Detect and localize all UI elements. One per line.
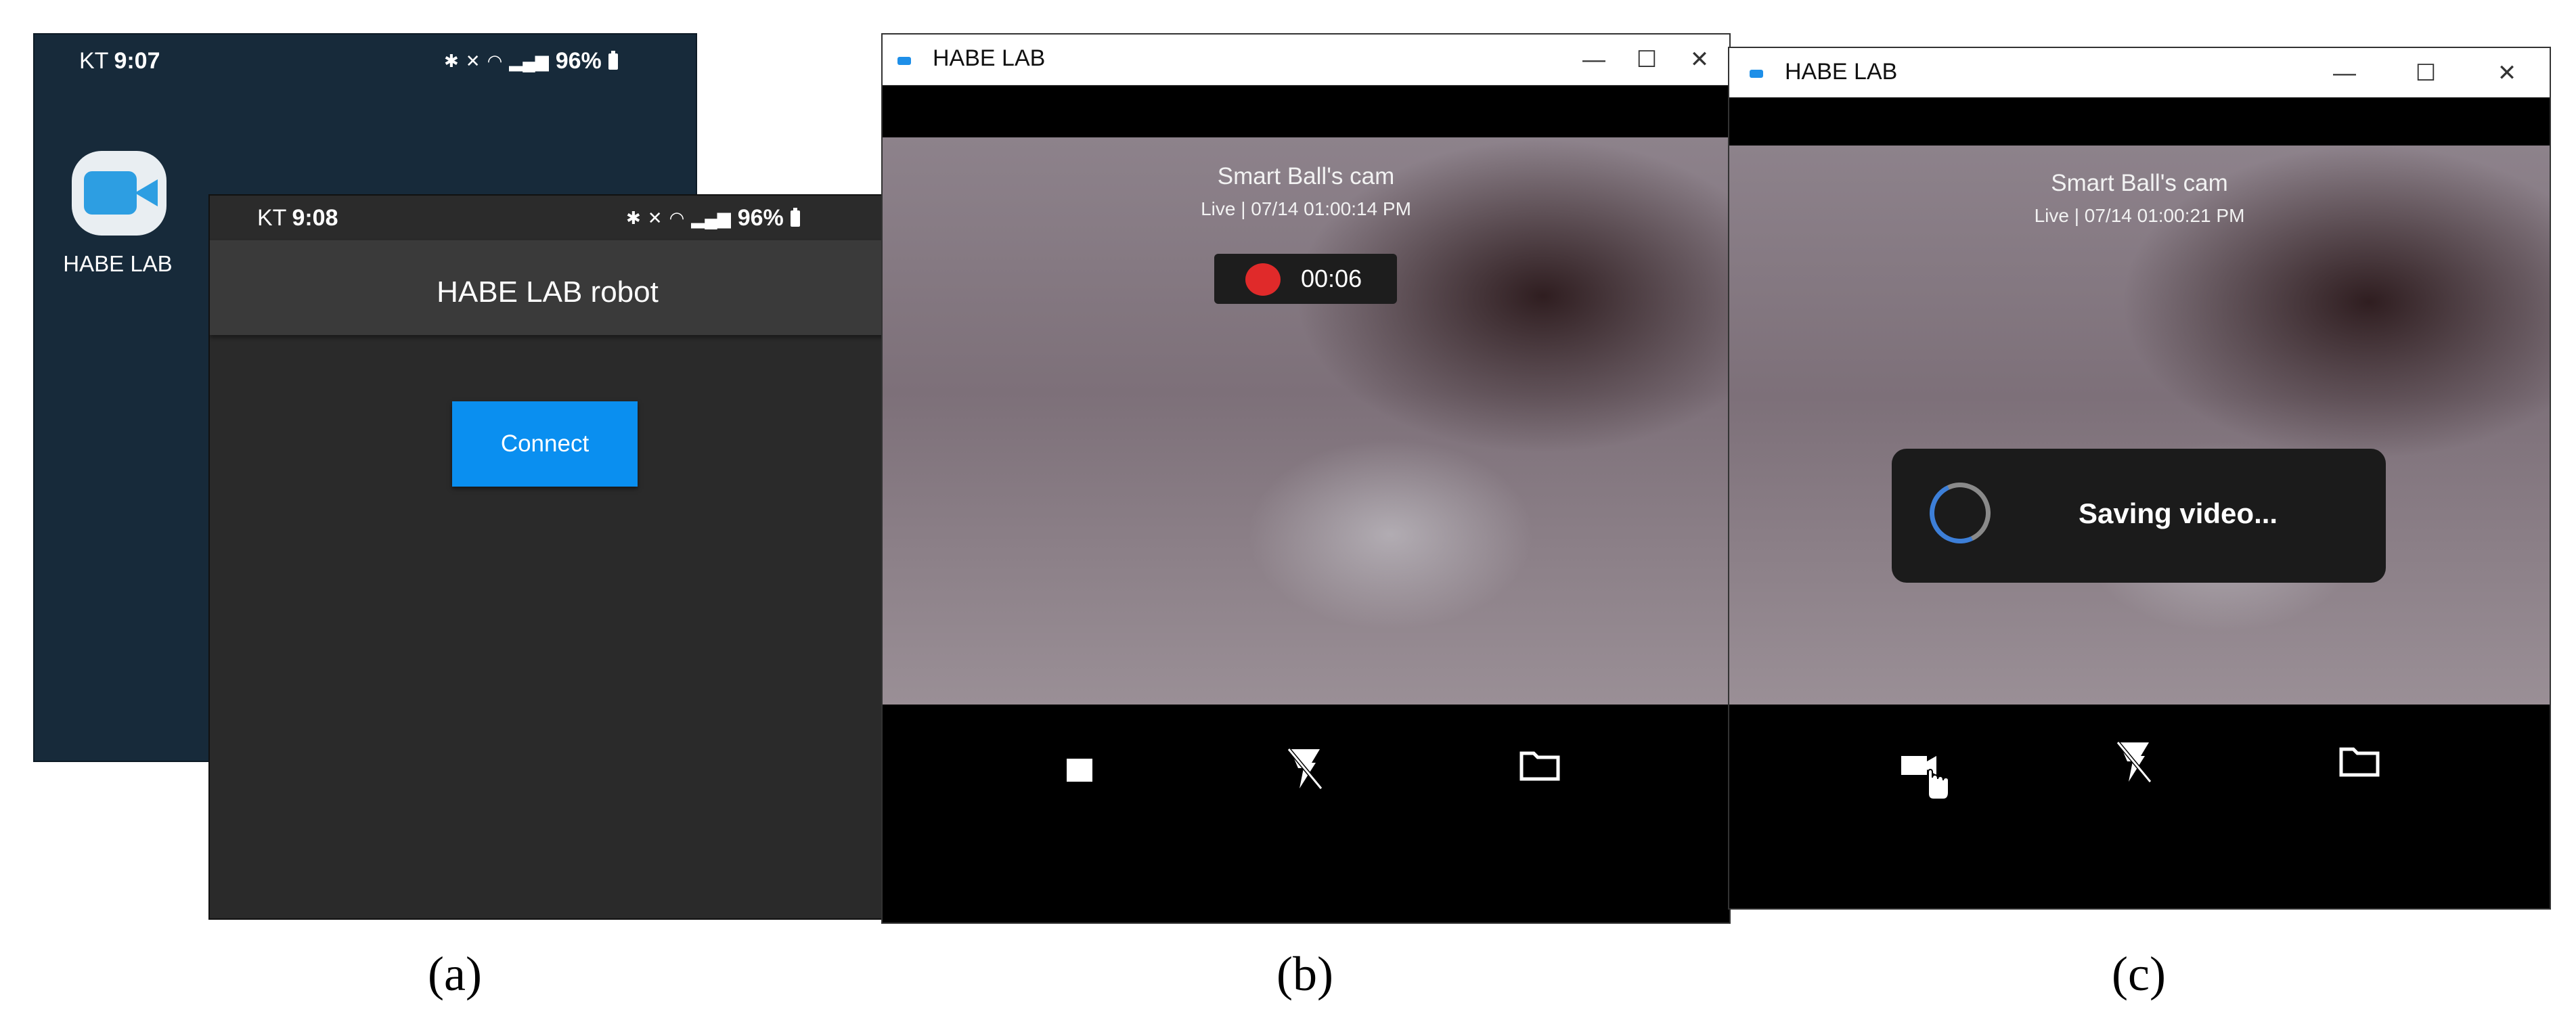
- record-icon[interactable]: [1898, 749, 1959, 807]
- app-camera-body: [84, 171, 137, 215]
- app-header: HABE LAB robot: [210, 240, 885, 335]
- battery-label: 96%: [737, 205, 784, 231]
- wifi-icon: ◠: [487, 51, 503, 71]
- saving-text: Saving video...: [2079, 497, 2278, 529]
- status-time: 9:07: [114, 48, 160, 74]
- bluetooth-icon: ✱: [444, 51, 459, 71]
- recording-indicator: 00:06: [1214, 254, 1397, 304]
- battery-icon: [790, 207, 800, 227]
- folder-icon[interactable]: [1519, 748, 1561, 785]
- signal-icon: ▂▄▆: [509, 51, 549, 71]
- status-icons: ✱ ✕ ◠ ▂▄▆ 96%: [626, 205, 800, 231]
- record-dot-icon: [1245, 263, 1281, 296]
- status-icons: ✱ ✕ ◠ ▂▄▆ 96%: [444, 48, 618, 74]
- wifi-icon: ◠: [669, 208, 685, 228]
- carrier-label: KT: [79, 48, 109, 74]
- carrier-label: KT: [257, 205, 287, 231]
- minimize-icon[interactable]: —: [1568, 40, 1620, 79]
- cam-status: Live | 07/14 01:00:14 PM: [1201, 198, 1411, 219]
- cam-title: Smart Ball's cam: [2051, 170, 2228, 196]
- close-icon[interactable]: ✕: [1673, 40, 1726, 79]
- saving-toast: Saving video...: [1892, 449, 2386, 583]
- battery-label: 96%: [555, 48, 602, 74]
- mute-icon: ✕: [647, 208, 663, 228]
- window-recording: HABE LAB — ☐ ✕ Smart Ball's cam Live | 0…: [881, 33, 1731, 924]
- window-titlebar: HABE LAB — ☐ ✕: [1729, 48, 2550, 97]
- caption-b: (b): [1276, 947, 1333, 1001]
- mute-icon: ✕: [465, 51, 481, 71]
- status-time: 9:08: [292, 205, 338, 231]
- caption-c: (c): [2112, 947, 2166, 1001]
- loading-spinner-icon: [1921, 474, 1999, 552]
- window-titlebar: HABE LAB — ☐ ✕: [883, 35, 1729, 85]
- maximize-icon[interactable]: ☐: [1620, 40, 1673, 79]
- video-feed: Smart Ball's cam Live | 07/14 01:00:14 P…: [883, 137, 1729, 705]
- app-logo-icon: [1750, 70, 1763, 78]
- signal-icon: ▂▄▆: [691, 208, 731, 228]
- app-label[interactable]: HABE LAB: [47, 251, 189, 277]
- bluetooth-icon: ✱: [626, 208, 641, 228]
- close-icon[interactable]: ✕: [2481, 53, 2533, 93]
- flash-off-icon[interactable]: [2114, 738, 2154, 789]
- window-title: HABE LAB: [1785, 59, 1898, 85]
- phone-app-screen: KT 9:08 ✱ ✕ ◠ ▂▄▆ 96% HABE LAB robot Con…: [208, 194, 887, 920]
- connect-button[interactable]: Connect: [452, 401, 638, 487]
- status-bar: KT 9:08 ✱ ✕ ◠ ▂▄▆ 96%: [210, 196, 885, 240]
- cam-status: Live | 07/14 01:00:21 PM: [2034, 205, 2245, 226]
- battery-icon: [608, 50, 618, 70]
- app-camera-lens: [135, 179, 158, 206]
- flash-off-icon[interactable]: [1285, 745, 1325, 796]
- stop-icon[interactable]: [1067, 759, 1092, 782]
- recording-time: 00:06: [1301, 265, 1362, 292]
- caption-a: (a): [428, 947, 482, 1001]
- app-title: HABE LAB robot: [437, 275, 659, 309]
- window-saving: HABE LAB — ☐ ✕ Smart Ball's cam Live | 0…: [1728, 47, 2551, 910]
- maximize-icon[interactable]: ☐: [2399, 53, 2452, 93]
- window-title: HABE LAB: [933, 45, 1046, 71]
- folder-icon[interactable]: [2338, 744, 2380, 781]
- minimize-icon[interactable]: —: [2318, 53, 2371, 93]
- status-left: KT 9:08: [257, 205, 338, 231]
- video-feed: Smart Ball's cam Live | 07/14 01:00:21 P…: [1729, 146, 2550, 705]
- app-logo-icon: [897, 57, 911, 65]
- status-bar: KT 9:07: [79, 48, 160, 74]
- cam-title: Smart Ball's cam: [1217, 163, 1395, 189]
